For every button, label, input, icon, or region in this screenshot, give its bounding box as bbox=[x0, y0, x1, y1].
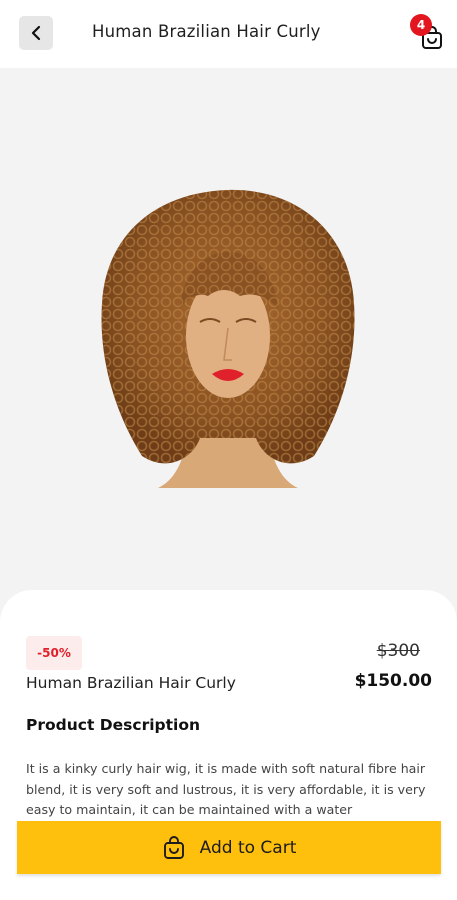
description-heading: Product Description bbox=[26, 716, 201, 734]
add-to-cart-button[interactable]: Add to Cart bbox=[17, 821, 441, 874]
discount-badge: -50% bbox=[26, 636, 82, 670]
shopping-bag-icon bbox=[163, 835, 184, 859]
product-image bbox=[101, 189, 355, 488]
cart-count-badge: 4 bbox=[410, 14, 432, 36]
original-price: $300 bbox=[376, 641, 420, 661]
back-button[interactable] bbox=[19, 16, 53, 50]
cart-button[interactable]: 4 bbox=[410, 14, 446, 50]
page-title: Human Brazilian Hair Curly bbox=[92, 22, 321, 41]
product-name: Human Brazilian Hair Curly bbox=[26, 674, 236, 692]
app-header: Human Brazilian Hair Curly 4 bbox=[0, 0, 457, 68]
chevron-left-icon bbox=[31, 25, 41, 41]
description-text: It is a kinky curly hair wig, it is made… bbox=[26, 761, 426, 817]
add-to-cart-label: Add to Cart bbox=[199, 837, 297, 858]
sale-price: $150.00 bbox=[354, 671, 432, 691]
product-image-area bbox=[0, 68, 457, 608]
